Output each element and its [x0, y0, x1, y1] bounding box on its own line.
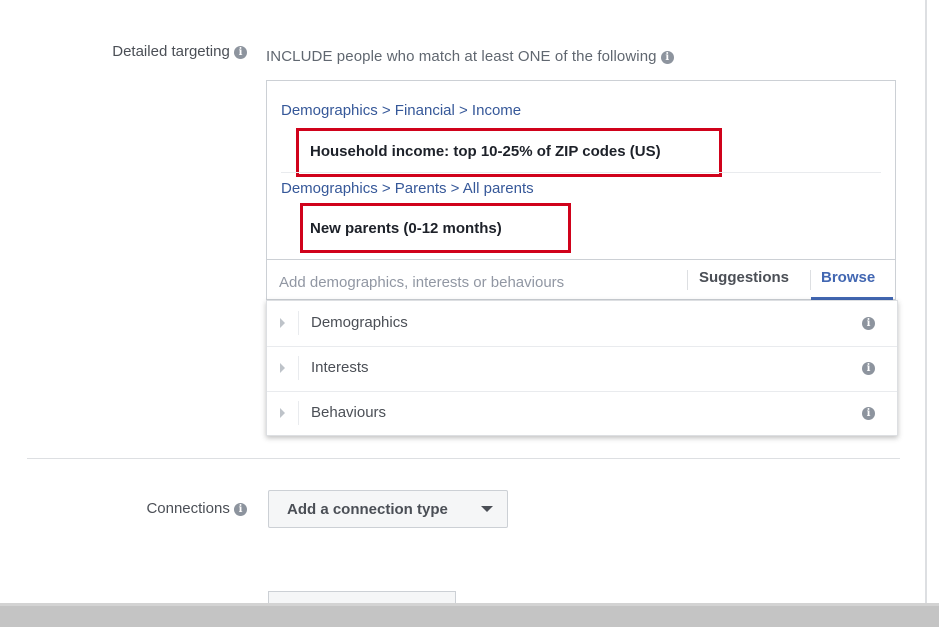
info-icon[interactable]: i	[660, 50, 674, 64]
connections-label: Connections	[146, 500, 230, 517]
add-connection-type-button[interactable]: Add a connection type	[268, 490, 508, 528]
button-label: Add a connection type	[287, 500, 448, 518]
browse-panel: Demographics i Interests i Behaviours i	[266, 300, 898, 436]
search-input[interactable]	[277, 270, 681, 294]
search-row: Suggestions Browse	[267, 259, 895, 300]
section-divider	[27, 458, 900, 459]
bottom-scrollbar-area	[0, 603, 939, 627]
connections-label-row: Connections i	[40, 500, 247, 517]
separator	[298, 401, 299, 425]
detailed-targeting-label-row: Detailed targeting i	[40, 43, 247, 60]
detailed-targeting-label: Detailed targeting	[112, 43, 230, 60]
info-icon[interactable]: i	[234, 45, 247, 59]
info-icon[interactable]: i	[862, 407, 875, 420]
info-icon[interactable]: i	[234, 502, 247, 516]
panel-right-border	[925, 0, 927, 603]
category-label: Behaviours	[311, 404, 387, 421]
info-icon[interactable]: i	[862, 317, 875, 330]
separator	[298, 311, 299, 335]
browse-tab[interactable]: Browse	[821, 269, 875, 286]
triangle-right-icon[interactable]	[280, 408, 285, 418]
separator	[810, 270, 811, 290]
selection-path[interactable]: Demographics > Parents > All parents	[281, 180, 534, 197]
selection-path[interactable]: Demographics > Financial > Income	[281, 102, 521, 119]
separator	[687, 270, 688, 290]
selection-divider	[281, 172, 881, 173]
category-row-demographics[interactable]: Demographics i	[267, 301, 897, 347]
triangle-right-icon[interactable]	[280, 363, 285, 373]
bottom-bar-highlight	[0, 603, 939, 606]
category-row-interests[interactable]: Interests i	[267, 346, 897, 392]
separator	[298, 356, 299, 380]
include-instruction: INCLUDE people who match at least ONE of…	[266, 48, 674, 65]
category-row-behaviours[interactable]: Behaviours i	[267, 391, 897, 436]
selected-item[interactable]: Household income: top 10-25% of ZIP code…	[310, 143, 661, 160]
category-label: Interests	[311, 359, 369, 376]
category-label: Demographics	[311, 314, 408, 331]
selected-item[interactable]: New parents (0-12 months)	[310, 220, 502, 237]
suggestions-tab[interactable]: Suggestions	[699, 269, 789, 286]
caret-down-icon	[481, 506, 493, 512]
info-icon[interactable]: i	[862, 362, 875, 375]
targeting-selection-box: Demographics > Financial > Income Househ…	[266, 80, 896, 300]
include-text: INCLUDE people who match at least ONE of…	[266, 48, 657, 65]
triangle-right-icon[interactable]	[280, 318, 285, 328]
